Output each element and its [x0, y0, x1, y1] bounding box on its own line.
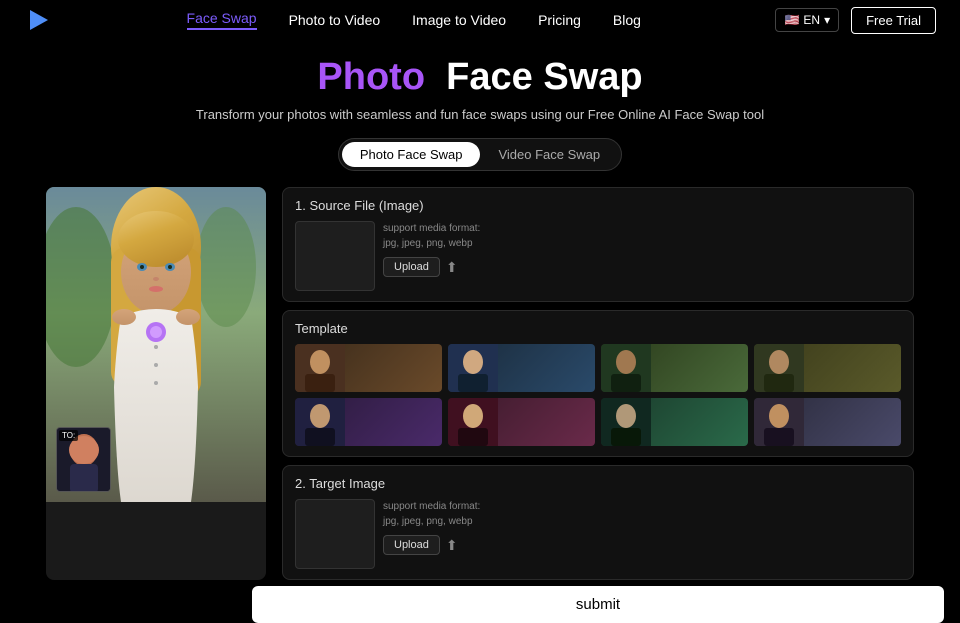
nav-blog[interactable]: Blog [613, 12, 641, 28]
main-nav: Face Swap Photo to Video Image to Video … [187, 10, 641, 30]
source-upload-btn-row: Upload ⬆ [383, 257, 901, 277]
nav-image-to-video[interactable]: Image to Video [412, 12, 506, 28]
source-format-text: support media format:jpg, jpeg, png, web… [383, 221, 901, 251]
free-trial-button[interactable]: Free Trial [851, 7, 936, 34]
template-thumb-1[interactable] [295, 344, 442, 392]
content-row: before after [30, 187, 930, 580]
flag-icon: 🇺🇸 [784, 13, 799, 27]
source-upload-box[interactable] [295, 221, 375, 291]
thumbnail-overlay: TO: [56, 427, 111, 492]
main-content: Photo Face Swap Transform your photos wi… [0, 40, 960, 623]
header-right: 🇺🇸 EN ▾ Free Trial [775, 7, 936, 34]
template-thumb-2[interactable] [448, 344, 595, 392]
template-section: Template [282, 310, 914, 457]
nav-pricing[interactable]: Pricing [538, 12, 581, 28]
template-thumb-5[interactable] [295, 398, 442, 446]
target-upload-row: support media format:jpg, jpeg, png, web… [295, 499, 901, 569]
subtitle: Transform your photos with seamless and … [196, 107, 764, 122]
template-thumb-3[interactable] [601, 344, 748, 392]
right-panel: 1. Source File (Image) support media for… [282, 187, 914, 580]
thumb-label: TO: [59, 430, 78, 441]
source-upload-icon[interactable]: ⬆ [446, 259, 458, 276]
language-selector[interactable]: 🇺🇸 EN ▾ [775, 8, 839, 32]
tab-group: Photo Face Swap Video Face Swap [338, 138, 622, 171]
target-upload-btn-row: Upload ⬆ [383, 535, 901, 555]
source-upload-row: support media format:jpg, jpeg, png, web… [295, 221, 901, 291]
template-title: Template [295, 321, 901, 336]
template-thumb-4[interactable] [754, 344, 901, 392]
template-grid [295, 344, 901, 446]
target-upload-box[interactable] [295, 499, 375, 569]
logo-icon [24, 6, 52, 34]
tab-photo-face-swap[interactable]: Photo Face Swap [342, 142, 481, 167]
target-section: 2. Target Image support media format:jpg… [282, 465, 914, 580]
template-thumb-8[interactable] [754, 398, 901, 446]
target-upload-icon[interactable]: ⬆ [446, 537, 458, 554]
nav-photo-to-video[interactable]: Photo to Video [289, 12, 381, 28]
target-upload-button[interactable]: Upload [383, 535, 440, 555]
submit-button[interactable]: submit [252, 586, 944, 623]
page-title: Photo Face Swap [317, 56, 642, 99]
tab-video-face-swap[interactable]: Video Face Swap [480, 142, 618, 167]
chevron-down-icon: ▾ [824, 13, 830, 27]
source-section: 1. Source File (Image) support media for… [282, 187, 914, 302]
template-thumb-7[interactable] [601, 398, 748, 446]
source-upload-info: support media format:jpg, jpeg, png, web… [383, 221, 901, 277]
nav-face-swap[interactable]: Face Swap [187, 10, 257, 30]
source-title: 1. Source File (Image) [295, 198, 901, 213]
template-thumb-6[interactable] [448, 398, 595, 446]
lang-label: EN [803, 13, 820, 27]
preview-container: before after [46, 187, 266, 580]
preview-image: TO: [46, 187, 266, 502]
target-format-text: support media format:jpg, jpeg, png, web… [383, 499, 901, 529]
header: Face Swap Photo to Video Image to Video … [0, 0, 960, 40]
source-upload-button[interactable]: Upload [383, 257, 440, 277]
target-title: 2. Target Image [295, 476, 901, 491]
target-upload-info: support media format:jpg, jpeg, png, web… [383, 499, 901, 555]
logo [24, 6, 52, 34]
